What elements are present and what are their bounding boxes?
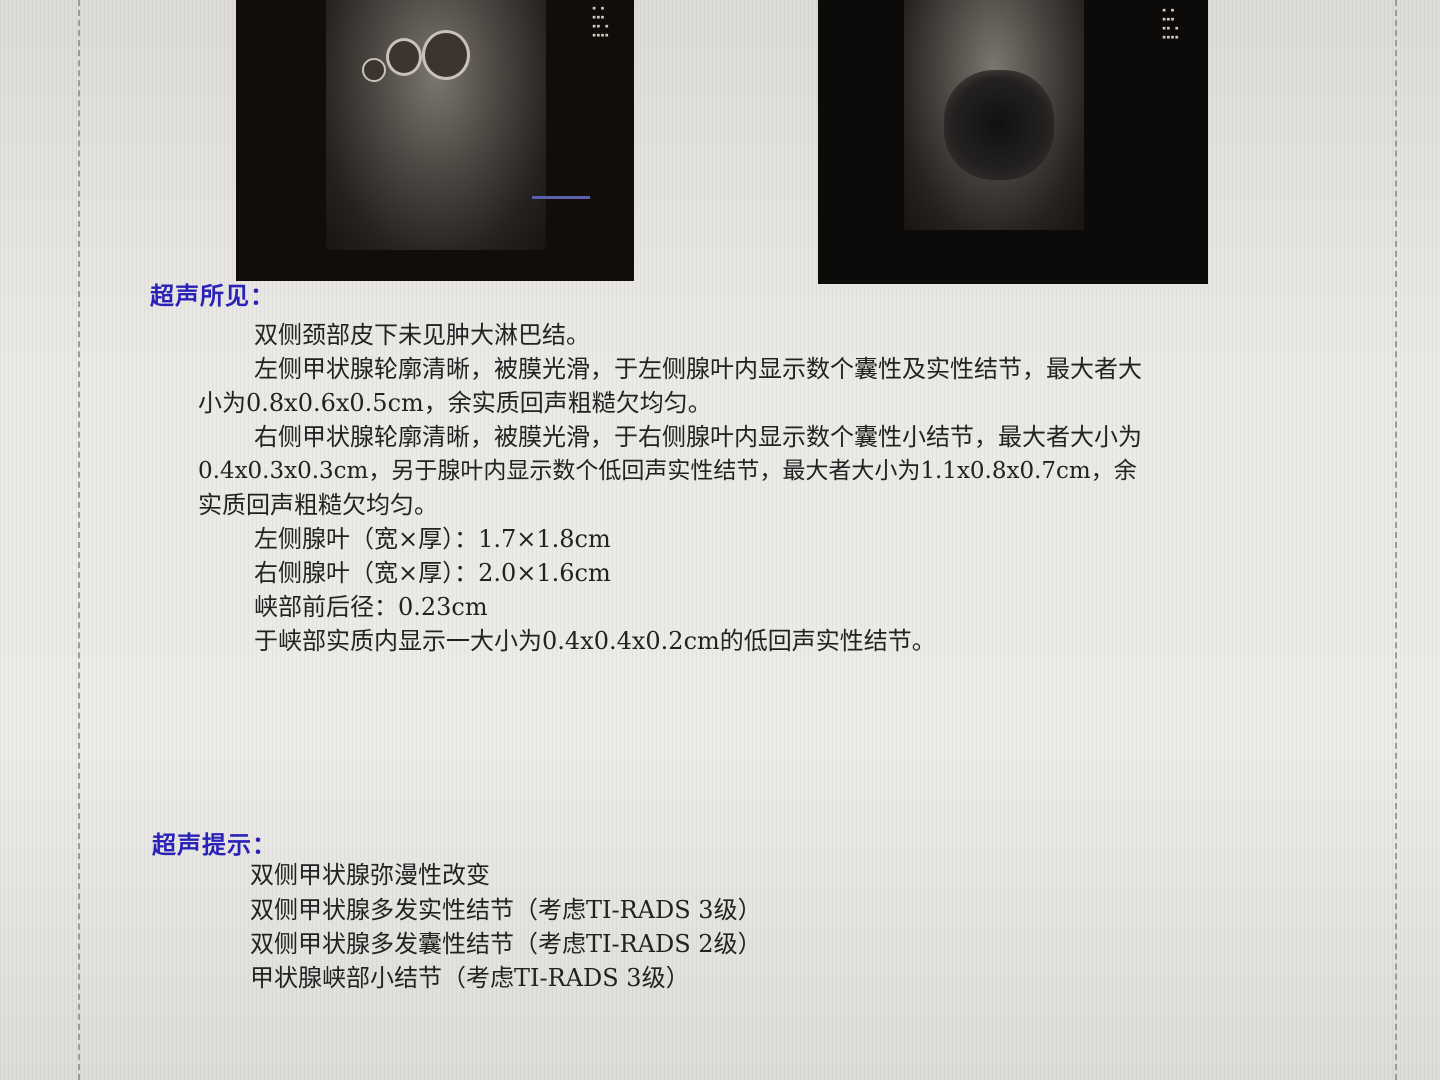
page-border-left [78, 0, 80, 1080]
findings-line: 右侧甲状腺轮廓清晰，被膜光滑，于右侧腺叶内显示数个囊性小结节，最大者大小为 [254, 423, 1142, 451]
findings-heading: 超声所见： [150, 281, 275, 310]
findings-line: 左侧甲状腺轮廓清晰，被膜光滑，于左侧腺叶内显示数个囊性及实性结节，最大者大 [254, 355, 1142, 383]
impression-line: 甲状腺峡部小结节（考虑TI-RADS 3级） [250, 964, 690, 992]
ultrasound-vessel [422, 30, 470, 80]
impression-line: 双侧甲状腺多发实性结节（考虑TI-RADS 3级） [250, 896, 762, 924]
ultrasound-scan-area [904, 0, 1084, 230]
ultrasound-image-right: ▪ ▪ ▪▪▪ ▪▪ ▪ ▪▪▪▪ [818, 0, 1208, 284]
findings-line: 右侧腺叶（宽×厚）：2.0×1.6cm [254, 559, 611, 587]
findings-line: 小为0.8x0.6x0.5cm，余实质回声粗糙欠均匀。 [198, 389, 712, 417]
findings-line: 左侧腺叶（宽×厚）：1.7×1.8cm [254, 525, 611, 553]
ultrasound-nodule [944, 70, 1054, 180]
findings-line: 双侧颈部皮下未见肿大淋巴结。 [254, 321, 590, 349]
ultrasound-image-left: ▪ ▪ ▪▪▪ ▪▪ ▪ ▪▪▪▪ [236, 0, 634, 281]
ultrasound-scale-bar [532, 196, 590, 199]
report-photo: ▪ ▪ ▪▪▪ ▪▪ ▪ ▪▪▪▪ ▪ ▪ ▪▪▪ ▪▪ ▪ ▪▪▪▪ 超声所见： 双侧颈部… [0, 0, 1440, 1080]
findings-line: 于峡部实质内显示一大小为0.4x0.4x0.2cm的低回声实性结节。 [254, 627, 936, 655]
findings-line: 峡部前后径：0.23cm [254, 593, 488, 621]
impression-heading: 超声提示： [152, 830, 277, 859]
ultrasound-vessel [362, 58, 386, 82]
impression-line: 双侧甲状腺多发囊性结节（考虑TI-RADS 2级） [250, 930, 762, 958]
findings-line: 实质回声粗糙欠均匀。 [198, 491, 438, 519]
ultrasound-readout: ▪ ▪ ▪▪▪ ▪▪ ▪ ▪▪▪▪ [592, 4, 609, 39]
page-border-right [1395, 0, 1397, 1080]
ultrasound-vessel [386, 38, 422, 76]
ultrasound-readout: ▪ ▪ ▪▪▪ ▪▪ ▪ ▪▪▪▪ [1162, 6, 1179, 41]
ultrasound-scan-area [326, 0, 546, 250]
findings-line: 0.4x0.3x0.3cm，另于腺叶内显示数个低回声实性结节，最大者大小为1.1… [198, 458, 1137, 484]
impression-line: 双侧甲状腺弥漫性改变 [250, 861, 490, 889]
